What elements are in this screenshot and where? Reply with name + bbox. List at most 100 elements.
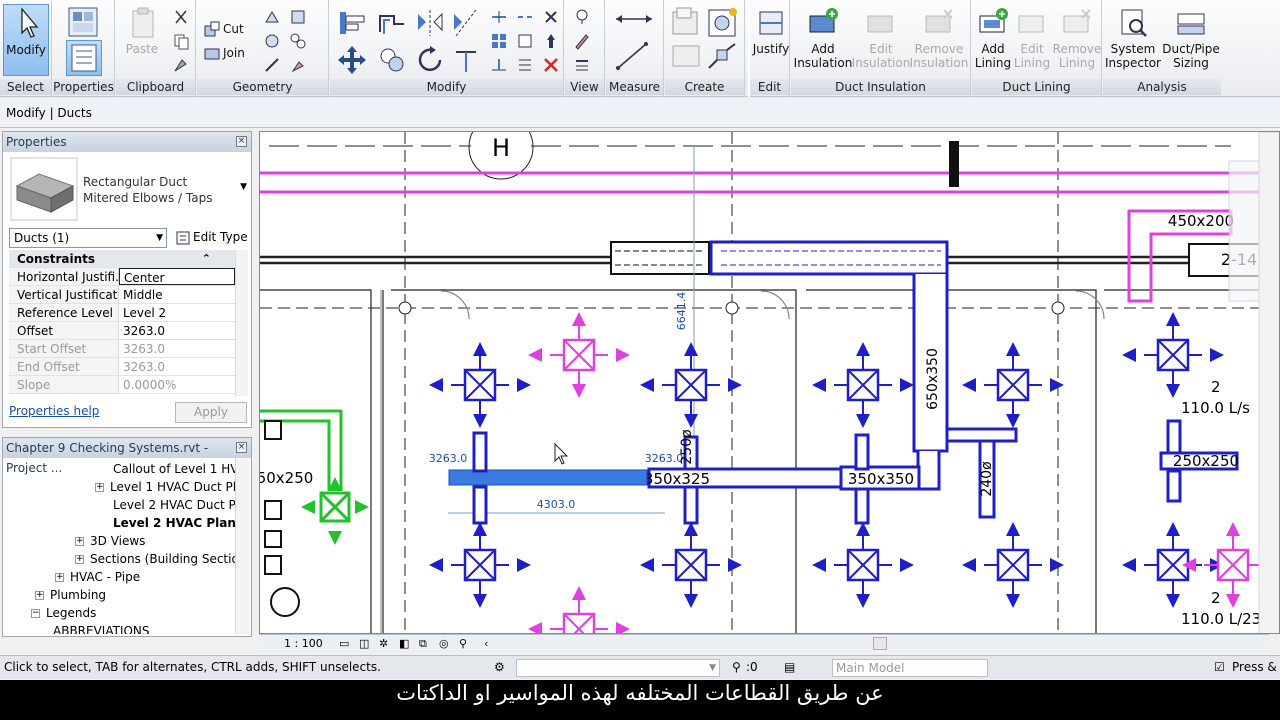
- property-value[interactable]: Center: [119, 268, 235, 285]
- dim-start-offset[interactable]: 3263.0: [429, 452, 468, 465]
- split-gap-icon[interactable]: [516, 8, 534, 26]
- pick-tool-icon[interactable]: [289, 56, 307, 74]
- property-value[interactable]: 0.0000%: [119, 376, 235, 393]
- cope-icon[interactable]: [203, 20, 221, 38]
- property-row[interactable]: Reference Level Level 2: [9, 304, 235, 322]
- expand-icon[interactable]: +: [75, 537, 84, 546]
- aligned-dimension-icon[interactable]: [614, 40, 654, 72]
- scale-icon[interactable]: [516, 32, 534, 50]
- move-icon[interactable]: [336, 44, 368, 76]
- crop-icon[interactable]: ⧉: [419, 635, 427, 652]
- tree-item[interactable]: − Legends: [31, 604, 96, 622]
- properties-scrollbar[interactable]: [235, 250, 248, 396]
- remove-lining-button[interactable]: Remove Lining: [1052, 6, 1102, 76]
- air-terminal[interactable]: [812, 522, 914, 608]
- remove-insulation-button[interactable]: Remove Insulation: [909, 6, 969, 76]
- close-icon[interactable]: ×: [236, 442, 247, 453]
- constraints-group[interactable]: Constraints ⌃: [9, 250, 235, 268]
- justify-button[interactable]: Justify: [750, 6, 792, 72]
- tree-item[interactable]: + Level 1 HVAC Duct Pla: [95, 478, 235, 496]
- design-option-dropdown[interactable]: Main Model: [832, 659, 988, 677]
- trim-extend-icon[interactable]: [450, 44, 482, 76]
- create-assembly-icon[interactable]: [669, 6, 703, 40]
- tree-item[interactable]: +3D Views: [75, 532, 145, 550]
- rotate-icon[interactable]: [414, 44, 446, 76]
- sun-path-icon[interactable]: ✲: [379, 635, 388, 652]
- expand-icon[interactable]: +: [75, 555, 84, 564]
- modify-button[interactable]: Modify: [3, 4, 49, 76]
- edit-type-button[interactable]: Edit Type: [173, 228, 248, 248]
- array-icon[interactable]: [490, 32, 508, 50]
- edit-lining-button[interactable]: Edit Lining: [1012, 6, 1052, 76]
- create-similar-icon[interactable]: [705, 42, 739, 72]
- hide-isolate-icon[interactable]: [573, 8, 591, 26]
- wall-joins-icon[interactable]: [263, 8, 281, 26]
- drawing-canvas[interactable]: H 650x350 350x350 350x325 450x200 4303.0…: [259, 131, 1280, 634]
- override-graphics-icon[interactable]: [573, 32, 591, 50]
- tree-item[interactable]: Callout of Level 1 HVA: [113, 460, 235, 478]
- air-terminal[interactable]: [640, 522, 742, 608]
- cut-geometry-label[interactable]: Cut: [223, 22, 244, 36]
- demolish-icon[interactable]: [289, 32, 307, 50]
- measure-icon[interactable]: [614, 8, 654, 30]
- split-icon[interactable]: [490, 8, 508, 26]
- collapse-icon[interactable]: −: [31, 609, 40, 618]
- air-terminal[interactable]: [528, 312, 630, 398]
- dim-end-offset[interactable]: 3263.0: [645, 452, 684, 465]
- unpin-icon[interactable]: [542, 8, 560, 26]
- canvas-vscroll[interactable]: [1258, 132, 1280, 634]
- duct-pipe-sizing-button[interactable]: Duct/Pipe Sizing: [1161, 6, 1221, 76]
- property-row[interactable]: End Offset 3263.0: [9, 358, 235, 376]
- worksharing-icon[interactable]: ⚙: [494, 656, 505, 678]
- browser-scrollbar[interactable]: [235, 458, 249, 634]
- tree-item[interactable]: + Sections (Building Section: [75, 550, 235, 568]
- tree-item[interactable]: + Plumbing: [35, 586, 106, 604]
- apply-button[interactable]: Apply: [175, 402, 247, 423]
- view-scale[interactable]: 1 : 100: [284, 635, 323, 652]
- air-terminal[interactable]: [528, 586, 630, 634]
- properties-button[interactable]: [66, 40, 102, 76]
- detail-level-icon[interactable]: ▭: [339, 635, 349, 652]
- match-properties-icon[interactable]: [172, 56, 190, 74]
- cut-icon[interactable]: [172, 8, 190, 26]
- property-row[interactable]: Slope 0.0000%: [9, 376, 235, 394]
- add-lining-button[interactable]: Add Lining: [972, 6, 1014, 76]
- property-value[interactable]: 3263.0: [119, 358, 235, 375]
- copy-elements-icon[interactable]: [376, 44, 408, 76]
- shadows-icon[interactable]: ◧: [399, 635, 409, 652]
- collapse-icon[interactable]: ⌃: [202, 250, 211, 268]
- property-row[interactable]: Vertical Justificat... Middle: [9, 286, 235, 304]
- checkbox-icon[interactable]: ☑: [1214, 656, 1225, 678]
- temporary-hide-icon[interactable]: ◎: [439, 635, 449, 652]
- air-terminal[interactable]: [962, 522, 1064, 608]
- chevron-down-icon[interactable]: ▼: [240, 182, 247, 192]
- tree-item[interactable]: Level 2 HVAC Duct Pla: [113, 496, 235, 514]
- property-value[interactable]: 3263.0: [119, 322, 235, 339]
- paste-button[interactable]: Paste: [122, 6, 162, 66]
- property-value[interactable]: Level 2: [119, 304, 235, 321]
- filter-icon[interactable]: ⚲: [732, 656, 741, 678]
- split-face-icon[interactable]: [289, 8, 307, 26]
- active-workset-field[interactable]: ▼: [516, 659, 720, 677]
- scroll-left-icon[interactable]: ‹: [484, 635, 488, 652]
- property-value[interactable]: 3263.0: [119, 340, 235, 357]
- create-parts-icon[interactable]: [705, 6, 739, 40]
- visual-style-icon[interactable]: ◫: [359, 635, 369, 652]
- align-icon[interactable]: [336, 8, 368, 38]
- system-inspector-button[interactable]: System Inspector: [1105, 6, 1161, 76]
- navigation-bar[interactable]: [1228, 160, 1260, 302]
- tree-item[interactable]: Level 2 HVAC Plan: [113, 514, 235, 532]
- mirror-pick-icon[interactable]: [414, 8, 446, 38]
- air-terminal[interactable]: [962, 342, 1064, 428]
- add-insulation-button[interactable]: Add Insulation: [793, 6, 853, 76]
- horizontal-scroll-thumb[interactable]: [873, 637, 887, 650]
- floor-plan-drawing[interactable]: H 650x350 350x350 350x325 450x200 4303.0…: [260, 132, 1280, 634]
- type-properties-icon[interactable]: [67, 6, 101, 38]
- air-terminal[interactable]: [640, 342, 742, 428]
- properties-help-link[interactable]: Properties help: [9, 404, 99, 418]
- property-row[interactable]: Horizontal Justifi... Center: [9, 268, 235, 286]
- wall-join-edit-icon[interactable]: [263, 56, 281, 74]
- property-row[interactable]: Start Offset 3263.0: [9, 340, 235, 358]
- join-label[interactable]: Join: [223, 46, 245, 60]
- property-row[interactable]: Offset 3263.0: [9, 322, 235, 340]
